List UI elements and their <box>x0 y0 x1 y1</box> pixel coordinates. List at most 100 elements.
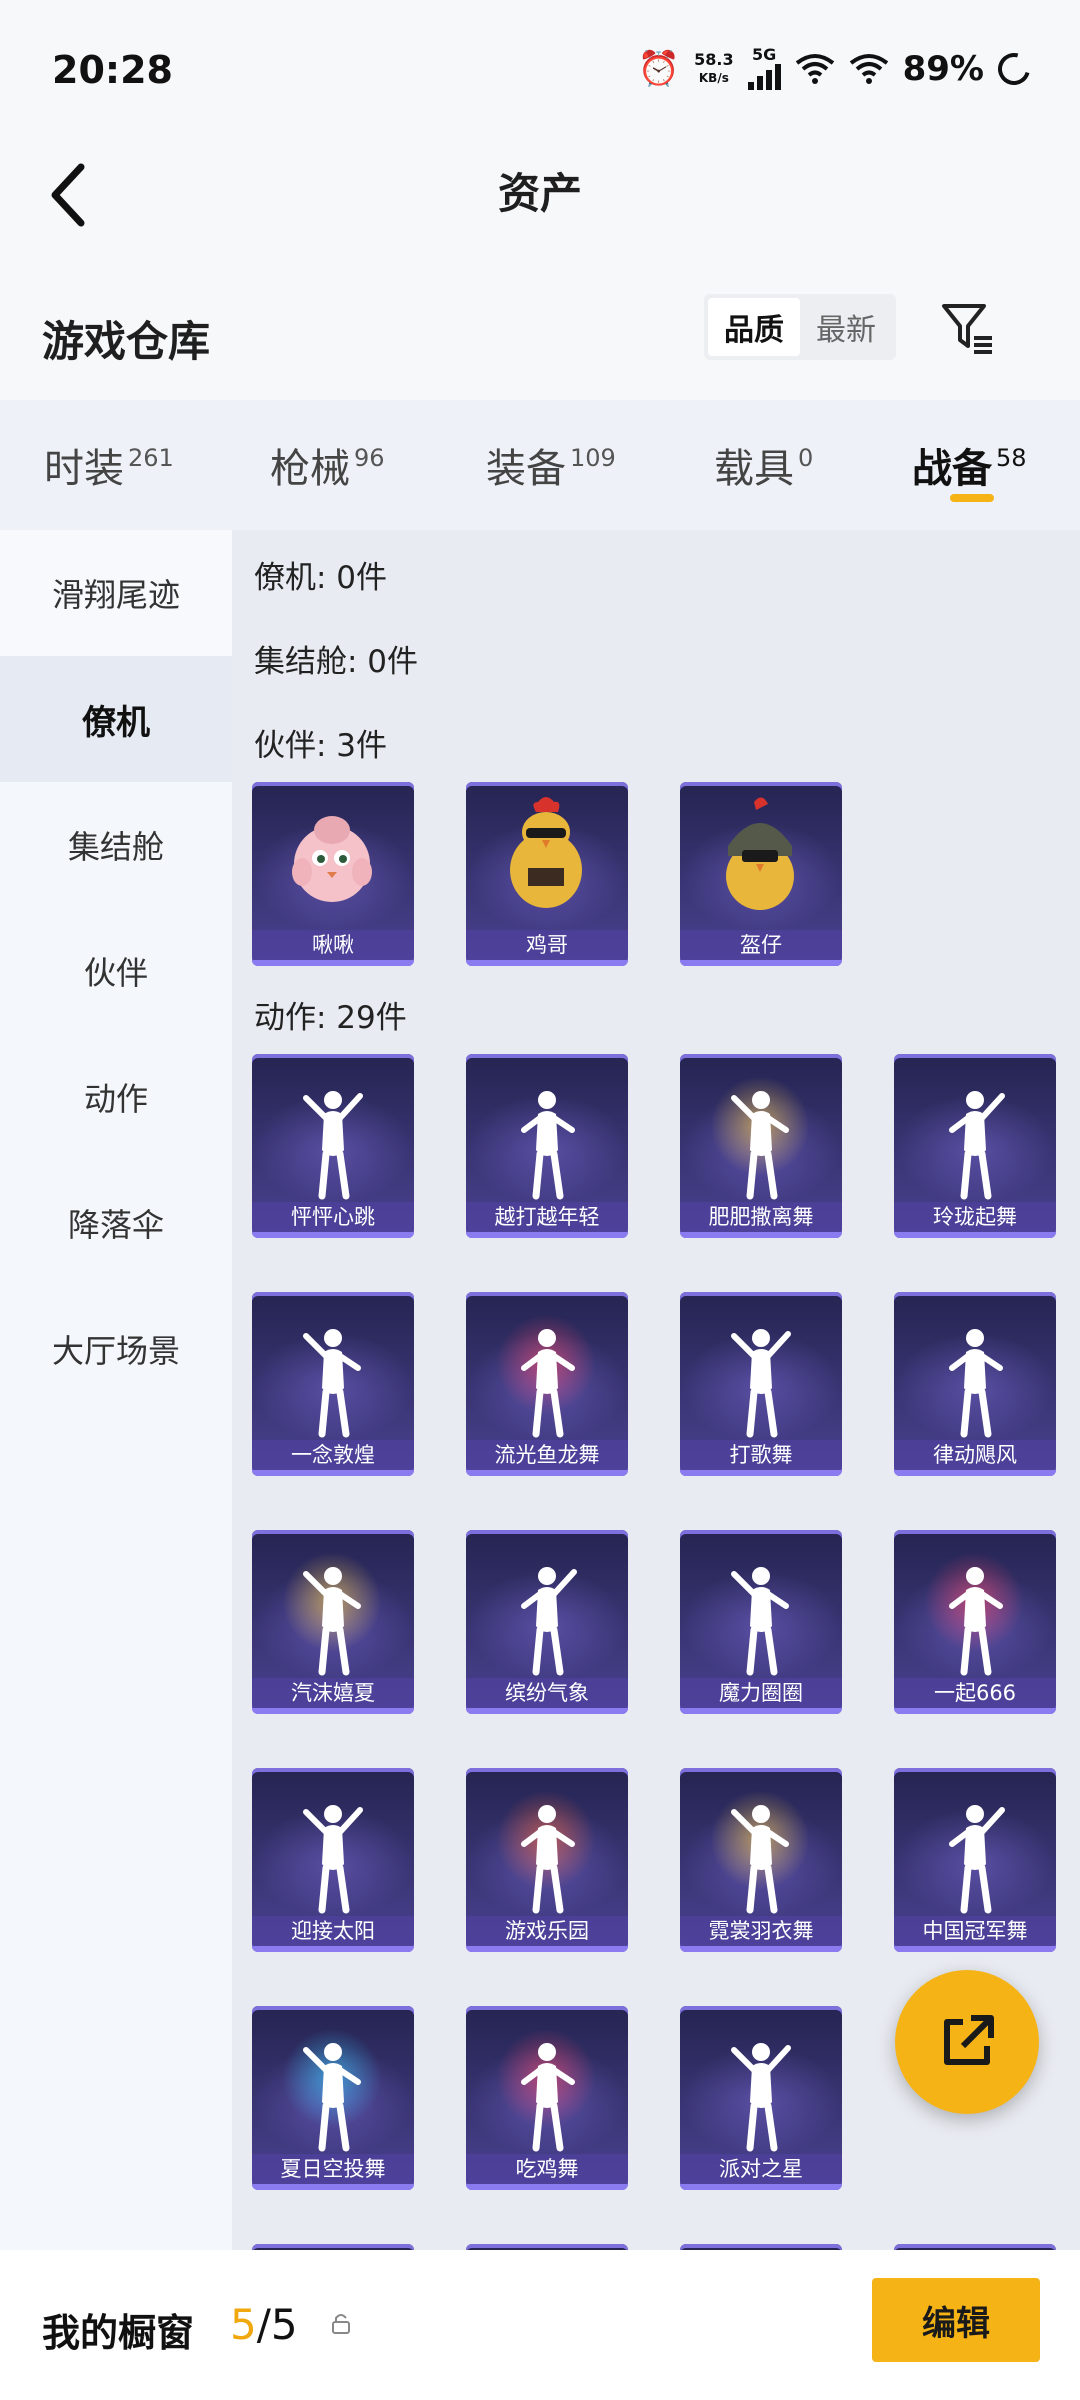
action-card[interactable]: 吃鸡舞 <box>466 2006 628 2190</box>
dancer-silhouette-image <box>521 1567 577 1676</box>
dancer-silhouette-image <box>303 1091 363 1200</box>
card-label: 派对之星 <box>680 2154 842 2184</box>
action-card[interactable]: 怦怦心跳 <box>252 1054 414 1238</box>
card-label: 霓裳羽衣舞 <box>680 1916 842 1946</box>
dancer-silhouette-image <box>949 1091 1005 1200</box>
showcase-label: 我的橱窗 <box>42 2311 195 2355</box>
card-label: 魔力圈圈 <box>680 1678 842 1708</box>
action-card[interactable]: 夏日空投舞 <box>252 2006 414 2190</box>
action-card[interactable]: 玲珑起舞 <box>894 1054 1056 1238</box>
action-card[interactable]: 一起666 <box>894 1530 1056 1714</box>
wifi-icon <box>795 54 834 84</box>
action-card[interactable]: 霓裳羽衣舞 <box>680 1768 842 1952</box>
category-tabs: 时装 261 枪械 96 装备 109 载具 0 战备 58 <box>0 400 1080 530</box>
showcase-count-total: /5 <box>256 2300 298 2349</box>
action-card[interactable]: 中国冠军舞 <box>894 1768 1056 1952</box>
tab-fashion[interactable]: 时装 261 <box>44 436 174 494</box>
tab-count: 0 <box>798 444 814 472</box>
action-card[interactable]: 打歌舞 <box>680 1292 842 1476</box>
group-title-assembly: 集结舱: 0件 <box>254 644 419 680</box>
section-title: 游戏仓库 <box>42 317 211 366</box>
share-external-icon <box>944 2015 994 2065</box>
card-label: 缤纷气象 <box>466 1678 628 1708</box>
tab-count: 261 <box>128 444 174 472</box>
card-label: 盔仔 <box>680 930 842 960</box>
sidebar-item-glide-trail[interactable]: 滑翔尾迹 <box>0 530 232 656</box>
dancer-silhouette-image <box>303 1805 363 1914</box>
lock-icon <box>332 2314 350 2334</box>
battery-icon <box>992 47 1036 91</box>
chicken-partner-image <box>510 797 582 908</box>
partner-card[interactable]: 鸡哥 <box>466 782 628 966</box>
action-card[interactable]: 肥肥撒离舞 <box>680 1054 842 1238</box>
dancer-silhouette-image <box>731 1329 791 1438</box>
action-card[interactable]: 越打越年轻 <box>466 1054 628 1238</box>
action-card[interactable]: 游戏乐园 <box>466 1768 628 1952</box>
action-card[interactable]: 汽沫嬉夏 <box>252 1530 414 1714</box>
action-card[interactable]: 派对之星 <box>680 2006 842 2190</box>
sidebar-item-parachute[interactable]: 降落伞 <box>0 1160 232 1286</box>
dancer-silhouette-image <box>949 1805 1005 1914</box>
tab-equipment[interactable]: 装备 109 <box>486 436 616 494</box>
showcase-count-current: 5 <box>230 2300 257 2349</box>
dancer-silhouette-image <box>521 1805 575 1914</box>
tab-combat-gear[interactable]: 战备 58 <box>912 436 1027 494</box>
action-card[interactable]: 一念敦煌 <box>252 1292 414 1476</box>
card-label: 越打越年轻 <box>466 1202 628 1232</box>
dancer-silhouette-image <box>303 1329 361 1438</box>
battery-percent: 89% <box>902 49 984 89</box>
card-label: 玲珑起舞 <box>894 1202 1056 1232</box>
edit-button[interactable]: 编辑 <box>872 2278 1040 2362</box>
card-label: 一念敦煌 <box>252 1440 414 1470</box>
status-icons: ⏰ 58.3 KB/s 5G 89% <box>638 47 1036 91</box>
card-label: 中国冠军舞 <box>894 1916 1056 1946</box>
tab-label: 时装 <box>44 446 124 492</box>
net-speed-value: 58.3 <box>694 50 734 69</box>
pink-bird-partner-image <box>292 816 372 902</box>
status-bar: 20:28 ⏰ 58.3 KB/s 5G 89% <box>0 0 1080 140</box>
tab-label: 装备 <box>486 446 566 492</box>
card-label: 怦怦心跳 <box>252 1202 414 1232</box>
tab-count: 58 <box>996 444 1027 472</box>
sidebar-item-actions[interactable]: 动作 <box>0 1034 232 1160</box>
card-label: 游戏乐园 <box>466 1916 628 1946</box>
action-card[interactable]: 流光鱼龙舞 <box>466 1292 628 1476</box>
dancer-silhouette-image <box>731 1567 789 1676</box>
tab-count: 96 <box>354 444 385 472</box>
action-card[interactable]: 律动飓风 <box>894 1292 1056 1476</box>
sidebar-item-partners[interactable]: 伙伴 <box>0 908 232 1034</box>
sidebar-item-wingman[interactable]: 僚机 <box>0 656 232 782</box>
dancer-silhouette-image <box>521 1091 575 1200</box>
partner-card[interactable]: 啾啾 <box>252 782 414 966</box>
action-card[interactable]: 缤纷气象 <box>466 1530 628 1714</box>
cellular-signal-icon: 5G <box>747 47 781 90</box>
card-label: 律动飓风 <box>894 1440 1056 1470</box>
card-label: 夏日空投舞 <box>252 2154 414 2184</box>
partner-card[interactable]: 盔仔 <box>680 782 842 966</box>
status-time: 20:28 <box>52 48 173 92</box>
action-card[interactable]: 迎接太阳 <box>252 1768 414 1952</box>
tab-vehicles[interactable]: 载具 0 <box>714 436 813 494</box>
filter-button[interactable] <box>938 298 998 358</box>
filter-icon <box>942 304 992 354</box>
dancer-silhouette-image <box>303 1567 361 1676</box>
group-title-actions: 动作: 29件 <box>254 1000 407 1036</box>
section-header: 游戏仓库 品质 最新 <box>0 290 1080 400</box>
share-fab-button[interactable] <box>895 1970 1039 2114</box>
sort-quality-button[interactable]: 品质 <box>708 298 800 356</box>
sidebar-item-lobby-scene[interactable]: 大厅场景 <box>0 1286 232 1412</box>
dancer-silhouette-image <box>731 1091 789 1200</box>
tab-guns[interactable]: 枪械 96 <box>270 436 385 494</box>
card-label: 鸡哥 <box>466 930 628 960</box>
action-card[interactable]: 魔力圈圈 <box>680 1530 842 1714</box>
tab-label: 枪械 <box>270 446 350 492</box>
sort-newest-button[interactable]: 最新 <box>800 298 892 356</box>
card-label: 肥肥撒离舞 <box>680 1202 842 1232</box>
sidebar-item-assembly[interactable]: 集结舱 <box>0 782 232 908</box>
dancer-silhouette-image <box>521 1329 575 1438</box>
dancer-silhouette-image <box>731 2043 791 2152</box>
wifi-icon-2 <box>849 54 888 84</box>
card-label: 吃鸡舞 <box>466 2154 628 2184</box>
sidebar: 滑翔尾迹 僚机 集结舱 伙伴 动作 降落伞 大厅场景 <box>0 530 232 2250</box>
group-title-wingman: 僚机: 0件 <box>254 560 388 596</box>
